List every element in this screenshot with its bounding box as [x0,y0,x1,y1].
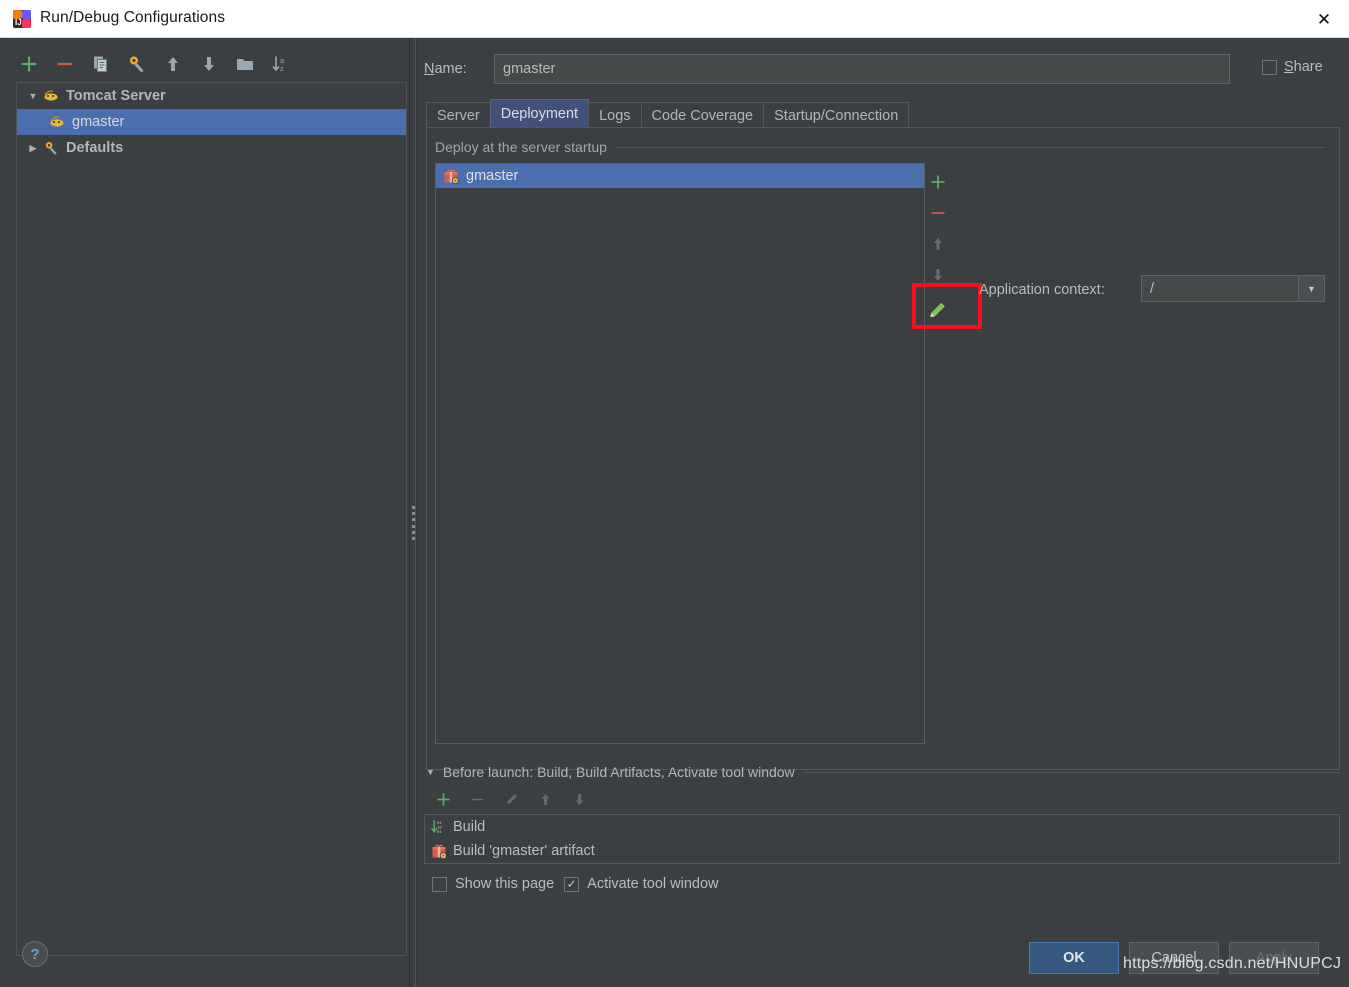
before-launch-task-label: Build [453,819,486,835]
chevron-down-icon[interactable]: ▼ [25,91,41,101]
artifact-icon [429,843,449,859]
before-launch-task-label: Build 'gmaster' artifact [453,843,595,859]
tree-item-label: gmaster [72,114,125,130]
panel-splitter[interactable] [409,38,418,987]
move-task-up-button[interactable] [534,788,556,810]
show-this-page-checkbox[interactable]: Show this page [432,876,554,892]
chevron-right-icon[interactable]: ▶ [25,143,41,154]
configurations-tree[interactable]: ▼ Tomcat Server gmaster ▶ Defaults [16,82,407,956]
remove-artifact-button[interactable] [926,200,951,225]
tab-code-coverage[interactable]: Code Coverage [640,102,765,128]
window-title: Run/Debug Configurations [40,9,226,26]
svg-text:IJ: IJ [15,18,22,27]
name-input[interactable] [494,54,1230,84]
deploy-section-header: Deploy at the server startup [435,138,1325,156]
tree-item-label: Defaults [66,140,124,156]
dialog-button-bar: OK Cancel Apply [1029,942,1319,974]
wrench-icon[interactable] [124,51,150,77]
name-row: Name: Share [424,54,1344,86]
build-icon: 01 10 01 [429,819,449,835]
show-this-page-label: Show this page [455,876,555,892]
tree-item-gmaster[interactable]: gmaster [17,109,406,135]
svg-text:10: 10 [437,827,442,831]
move-artifact-up-button[interactable] [926,231,951,256]
deployment-artifacts-list[interactable]: gmaster [435,163,951,744]
activate-tool-window-label: Activate tool window [587,876,719,892]
before-launch-task-row[interactable]: 01 10 01 Build [425,815,1339,839]
help-button[interactable]: ? [22,941,48,967]
add-artifact-button[interactable] [926,169,951,194]
edit-before-launch-task-button[interactable] [500,788,522,810]
application-context-combo[interactable]: / ▼ [1141,275,1325,302]
configurations-toolbar: a z [16,49,406,79]
sort-az-icon[interactable]: a z [268,51,294,77]
deployment-list-toolbar [924,163,951,744]
configurations-panel: a z ▼ Tomcat Server gmaster ▶ Defaults ? [0,38,410,987]
ok-button[interactable]: OK [1029,942,1119,974]
section-divider [802,771,1340,773]
folder-icon[interactable] [232,51,258,77]
name-label: Name: [424,61,467,77]
share-label: Share [1284,59,1323,75]
activate-tool-window-checkbox[interactable]: Activate tool window [564,876,719,892]
cancel-button[interactable]: Cancel [1129,942,1219,974]
svg-text:01: 01 [437,822,442,826]
splitter-grip[interactable] [412,506,417,540]
section-divider [614,146,1325,148]
before-launch-title: Before launch: Build, Build Artifacts, A… [442,764,795,780]
svg-text:01: 01 [437,831,442,835]
tab-server[interactable]: Server [426,102,491,128]
before-launch-toolbar [432,788,590,810]
tab-logs[interactable]: Logs [588,102,642,128]
share-checkbox-box[interactable] [1262,59,1277,75]
before-launch-task-row[interactable]: Build 'gmaster' artifact [425,839,1339,863]
tab-startup-connection[interactable]: Startup/Connection [763,102,910,128]
deployment-list-item[interactable]: gmaster [436,164,950,188]
tomcat-icon [41,88,61,104]
deployment-item-label: gmaster [466,168,519,184]
tomcat-icon [47,114,67,130]
svg-text:z: z [280,64,284,73]
application-context-value[interactable]: / [1142,281,1298,297]
configuration-editor-panel: Name: Share Server Deployment Logs Code … [418,38,1349,987]
tab-deployment[interactable]: Deployment [489,99,590,128]
deploy-section-label: Deploy at the server startup [435,139,607,155]
move-artifact-down-button[interactable] [926,262,951,287]
move-down-button[interactable] [196,51,222,77]
chevron-down-icon[interactable]: ▼ [1298,276,1324,301]
run-debug-configurations-dialog: IJ Run/Debug Configurations ✕ a z ▼ Tomc… [0,0,1349,987]
before-launch-tasks-list[interactable]: 01 10 01 Build Build 'gmaster' artifact [424,814,1340,864]
chevron-down-icon[interactable]: ▼ [426,767,435,777]
tree-item-label: Tomcat Server [66,88,166,104]
before-launch-options: Show this page Activate tool window [432,876,719,892]
wrench-icon [41,140,61,156]
add-before-launch-task-button[interactable] [432,788,454,810]
show-this-page-box[interactable] [432,876,447,892]
move-up-button[interactable] [160,51,186,77]
tree-item-tomcat-server[interactable]: ▼ Tomcat Server [17,83,406,109]
close-icon[interactable]: ✕ [1299,0,1349,38]
edit-artifact-button[interactable] [926,297,951,322]
add-configuration-button[interactable] [16,51,42,77]
remove-before-launch-task-button[interactable] [466,788,488,810]
application-context-label: Application context: [979,282,1105,298]
tree-item-defaults[interactable]: ▶ Defaults [17,135,406,161]
artifact-icon [441,168,461,184]
copy-configuration-button[interactable] [88,51,114,77]
activate-tool-window-box[interactable] [564,876,580,892]
before-launch-header: ▼ Before launch: Build, Build Artifacts,… [426,763,1340,781]
title-bar: IJ Run/Debug Configurations ✕ [0,0,1349,38]
intellij-idea-icon: IJ [12,9,32,29]
move-task-down-button[interactable] [568,788,590,810]
configuration-tabs[interactable]: Server Deployment Logs Code Coverage Sta… [426,99,910,128]
apply-button: Apply [1229,942,1319,974]
share-checkbox[interactable]: Share [1262,59,1323,75]
remove-configuration-button[interactable] [52,51,78,77]
deployment-tab-content: Deploy at the server startup gmaster App… [426,127,1340,770]
